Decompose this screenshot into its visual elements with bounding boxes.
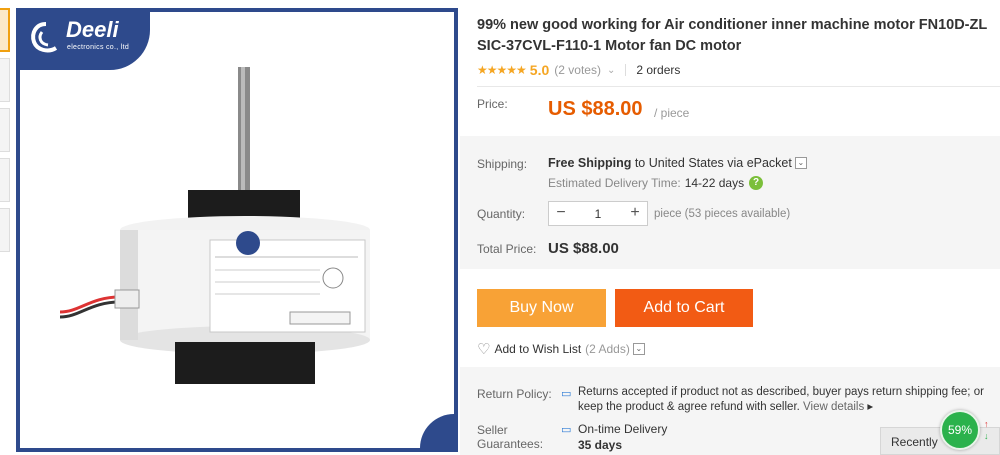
quantity-increase-button[interactable]: + [623, 202, 647, 225]
on-time-delivery-title: On-time Delivery [578, 422, 668, 436]
quantity-label: Quantity: [477, 207, 526, 221]
rating-value: 5.0 [529, 62, 550, 78]
return-icon: ▭ [561, 388, 572, 400]
star-rating-icon: ★★★★★ [477, 63, 527, 77]
quantity-decrease-button[interactable]: − [549, 202, 573, 225]
product-page: Deeli electronics co., ltd 99% new good … [0, 0, 1000, 455]
total-price-label: Total Price: [477, 242, 537, 256]
orders-count: 2 orders [636, 63, 681, 77]
thumbnail-item[interactable] [0, 208, 10, 252]
total-price-value: US $88.00 [548, 240, 619, 257]
brand-logo-icon [31, 22, 58, 53]
rating-row: ★★★★★ 5.0 (2 votes) ⌄ 2 orders [477, 62, 680, 78]
chevron-down-icon[interactable]: ⌄ [607, 65, 615, 76]
chevron-down-icon[interactable]: ⌄ [632, 343, 645, 355]
divider [625, 64, 627, 76]
thumbnail-item[interactable] [0, 108, 10, 152]
shipping-selector[interactable]: Free Shipping to United States via ePack… [548, 156, 807, 170]
wish-list-count: (2 Adds) [585, 342, 630, 356]
seller-guarantees-label: Seller Guarantees: [477, 423, 544, 451]
free-shipping-text: Free Shipping [548, 156, 632, 170]
brand-logo: Deeli electronics co., ltd [20, 12, 150, 70]
clock-icon: ▭ [561, 424, 572, 436]
thumbnail-item[interactable] [0, 8, 10, 52]
return-policy-description: Returns accepted if product not as descr… [578, 386, 984, 413]
estimated-delivery-label: Estimated Delivery Time: [548, 176, 681, 190]
estimated-delivery: Estimated Delivery Time: 14-22 days ? [548, 176, 764, 190]
price-label: Price: [477, 97, 508, 111]
motor-illustration [59, 67, 370, 384]
add-to-cart-button[interactable]: Add to Cart [615, 289, 753, 327]
help-icon[interactable]: ? [749, 176, 764, 190]
quantity-input[interactable] [573, 206, 623, 221]
divider [477, 86, 1000, 87]
wish-list-link[interactable]: ♡ Add to Wish List (2 Adds) ⌄ [477, 340, 645, 358]
price-value: US $88.00 [548, 98, 643, 120]
brand-tagline: electronics co., ltd [67, 44, 130, 51]
shipping-label: Shipping: [477, 157, 528, 171]
chevron-down-icon[interactable]: ⌄ [794, 157, 807, 169]
on-time-delivery-days: 35 days [578, 438, 623, 452]
return-policy-label: Return Policy: [477, 387, 552, 401]
product-main-image[interactable]: Deeli electronics co., ltd [16, 8, 458, 452]
product-title: 99% new good working for Air conditioner… [477, 17, 987, 54]
arrow-down-icon: ↓ [984, 431, 989, 441]
view-details-link[interactable]: View details [803, 401, 864, 413]
estimated-delivery-days: 14-22 days [684, 176, 745, 190]
thumbnail-item[interactable] [0, 158, 10, 202]
return-policy-text: Returns accepted if product not as descr… [578, 385, 998, 415]
thumbnail-item[interactable] [0, 58, 10, 102]
chevron-right-icon[interactable]: ▸ [867, 401, 873, 413]
wish-list-label[interactable]: Add to Wish List [494, 342, 581, 356]
brand-name: Deeli [66, 17, 119, 42]
heart-icon[interactable]: ♡ [477, 340, 490, 358]
progress-badge[interactable]: 59% [940, 410, 980, 450]
buy-now-button[interactable]: Buy Now [477, 289, 606, 327]
thumbnail-strip [0, 8, 10, 258]
speed-arrows: ↑ ↓ [984, 418, 998, 442]
arrow-up-icon: ↑ [984, 419, 989, 429]
quantity-available: piece (53 pieces available) [654, 208, 791, 220]
product-details: 99% new good working for Air conditioner… [460, 0, 1000, 455]
quantity-stepper: − + [548, 201, 648, 226]
votes-link[interactable]: (2 votes) [554, 63, 601, 77]
shipping-destination: to United States via ePacket [634, 156, 792, 170]
price-unit: / piece [654, 106, 690, 120]
